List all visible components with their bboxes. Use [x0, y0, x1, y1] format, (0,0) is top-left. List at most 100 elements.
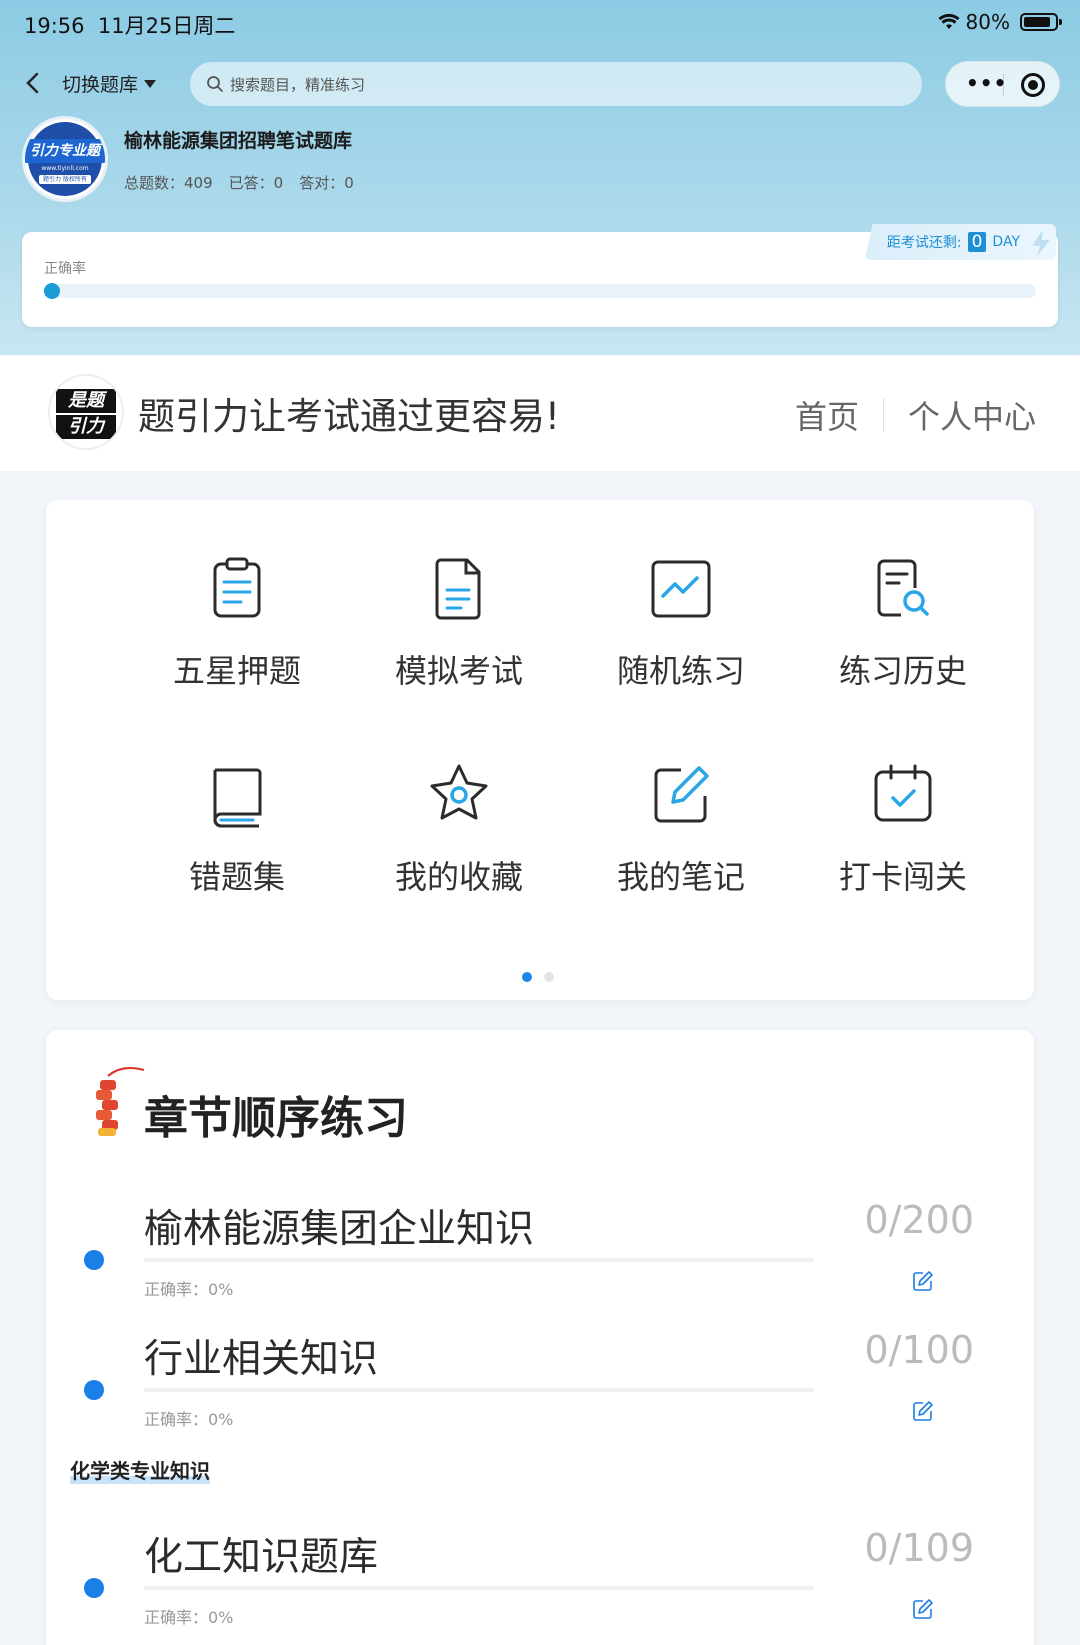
accuracy-label: 正确率 — [44, 261, 86, 277]
chapter-count: 0/109 — [864, 1526, 974, 1570]
nav-divider — [882, 398, 884, 432]
feature-label: 模拟考试 — [394, 652, 523, 690]
brand-logo-bottom: 引力 — [56, 415, 116, 439]
switch-library-button[interactable]: 切换题库 — [62, 70, 157, 97]
status-time: 19:56 11月25日周二 — [24, 10, 235, 40]
feature-wrong-questions[interactable]: 错题集 — [120, 758, 354, 898]
chapter-card: 章节顺序练习 榆林能源集团企业知识 0/200 正确率：0% 行业相关知识 0/… — [46, 1030, 1034, 1645]
clipboard-icon — [213, 557, 261, 618]
chapter-accuracy: 正确率：0% — [144, 1410, 234, 1429]
feature-five-star[interactable]: 五星押题 — [120, 552, 354, 692]
stat-total: 总题数：409 — [124, 174, 213, 192]
brand-bar: 是题 引力 题引力让考试通过更容易! 首页 个人中心 — [0, 356, 1080, 471]
library-title: 榆林能源集团招聘笔试题库 — [124, 130, 353, 152]
chapter-name: 行业相关知识 — [144, 1337, 379, 1382]
nav-home-link[interactable]: 首页 — [795, 392, 859, 438]
pencil-note-icon — [654, 766, 709, 823]
history-search-icon — [877, 559, 929, 617]
chapter-progress-line — [144, 1388, 814, 1392]
feature-favorites[interactable]: 我的收藏 — [342, 758, 576, 898]
feature-label: 练习历史 — [838, 652, 967, 690]
brand-logo: 是题 引力 — [48, 374, 124, 450]
calendar-check-icon — [874, 764, 932, 822]
chapter-name: 榆林能源集团企业知识 — [144, 1207, 535, 1252]
edit-icon[interactable] — [912, 1598, 934, 1620]
chapter-title: 章节顺序练习 — [144, 1093, 408, 1144]
more-icon[interactable]: ••• — [966, 73, 1007, 93]
brand-logo-top: 是题 — [56, 389, 116, 413]
book-icon — [213, 768, 262, 828]
chapter-row[interactable]: 化工知识题库 0/109 正确率：0% — [46, 1516, 1034, 1636]
brand-nav: 首页 个人中心 — [795, 392, 1036, 438]
close-target-icon[interactable] — [1021, 73, 1045, 97]
feature-check-in[interactable]: 打卡闯关 — [786, 758, 1020, 898]
stat-correct: 答对：0 — [299, 174, 354, 192]
chapter-progress-line — [144, 1258, 814, 1262]
chapter-count: 0/100 — [864, 1328, 974, 1372]
feature-label: 我的收藏 — [394, 858, 523, 896]
chart-line-icon — [651, 560, 711, 618]
library-logo-url: www.tiyinli.com — [41, 165, 89, 172]
library-stats: 总题数：409 已答：0 答对：0 — [124, 172, 354, 193]
countdown-label: 距考试还剩: — [886, 235, 962, 251]
back-arrow-icon[interactable] — [20, 70, 46, 96]
brand-slogan: 题引力让考试通过更容易! — [138, 395, 560, 438]
chapter-progress-line — [144, 1586, 814, 1590]
feature-notes[interactable]: 我的笔记 — [564, 758, 798, 898]
pager-dot-active[interactable] — [522, 972, 532, 982]
clock: 19:56 — [24, 14, 85, 38]
chapter-bullet — [84, 1250, 104, 1270]
exam-countdown: 距考试还剩: 0 DAY — [864, 224, 1056, 260]
accuracy-card: 正确率 距考试还剩: 0 DAY — [22, 224, 1058, 327]
feature-pager — [522, 972, 554, 982]
chapter-accuracy: 正确率：0% — [144, 1608, 234, 1627]
chapter-row[interactable]: 行业相关知识 0/100 正确率：0% — [46, 1318, 1034, 1438]
chapter-bullet — [84, 1380, 104, 1400]
date: 11月25日周二 — [97, 14, 236, 38]
section-label: 化学类专业知识 — [70, 1455, 210, 1484]
library-logo-copyright: 题引力 版权所有 — [39, 175, 91, 184]
battery-percent: 80% — [965, 10, 1010, 34]
stat-answered: 已答：0 — [228, 174, 284, 192]
library-logo-text: 引力专业题 — [25, 139, 105, 163]
feature-label: 我的笔记 — [616, 858, 745, 896]
nav-profile-link[interactable]: 个人中心 — [908, 392, 1036, 438]
feature-practice-history[interactable]: 练习历史 — [786, 552, 1020, 692]
document-icon — [435, 558, 481, 620]
feature-label: 错题集 — [188, 858, 285, 896]
lightning-icon — [1032, 230, 1050, 256]
chapter-bullet — [84, 1578, 104, 1598]
feature-mock-exam[interactable]: 模拟考试 — [342, 552, 576, 692]
mini-program-capsule: ••• — [945, 61, 1060, 107]
pager-dot[interactable] — [544, 972, 554, 982]
feature-label: 五星押题 — [172, 652, 301, 690]
capsule-divider — [1003, 74, 1004, 96]
accuracy-progress-dot — [44, 283, 60, 299]
feature-label: 随机练习 — [616, 652, 745, 690]
wifi-icon — [938, 13, 960, 29]
chapter-row[interactable]: 榆林能源集团企业知识 0/200 正确率：0% — [46, 1188, 1034, 1308]
search-input[interactable]: 搜索题目，精准练习 — [190, 62, 922, 106]
status-indicators: 80% — [938, 10, 1062, 34]
countdown-value: 0 — [967, 232, 987, 252]
chapter-count: 0/200 — [864, 1198, 974, 1242]
chapter-name: 化工知识题库 — [144, 1535, 379, 1580]
search-placeholder: 搜索题目，精准练习 — [230, 75, 366, 94]
library-logo: 引力专业题 www.tiyinli.com 题引力 版权所有 — [22, 116, 108, 202]
countdown-unit: DAY — [992, 234, 1020, 250]
switch-library-label: 切换题库 — [62, 74, 139, 96]
battery-icon — [1020, 13, 1062, 31]
top-nav: 切换题库 搜索题目，精准练习 ••• — [0, 58, 1080, 108]
edit-icon[interactable] — [912, 1270, 934, 1292]
edit-icon[interactable] — [912, 1400, 934, 1422]
feature-label: 打卡闯关 — [838, 858, 967, 896]
status-bar: 19:56 11月25日周二 80% — [0, 0, 1080, 48]
feature-random-practice[interactable]: 随机练习 — [564, 552, 798, 692]
caret-down-icon — [144, 79, 157, 88]
accuracy-progress-bar — [44, 283, 1036, 299]
star-icon — [430, 764, 488, 820]
chapter-accuracy: 正确率：0% — [144, 1280, 234, 1299]
firecracker-icon — [96, 1067, 145, 1136]
search-icon — [207, 76, 223, 92]
feature-card: 五星押题 模拟考试 随机练习 练习历史 错题集 我的收藏 我的笔记 打卡闯关 — [46, 500, 1034, 1000]
